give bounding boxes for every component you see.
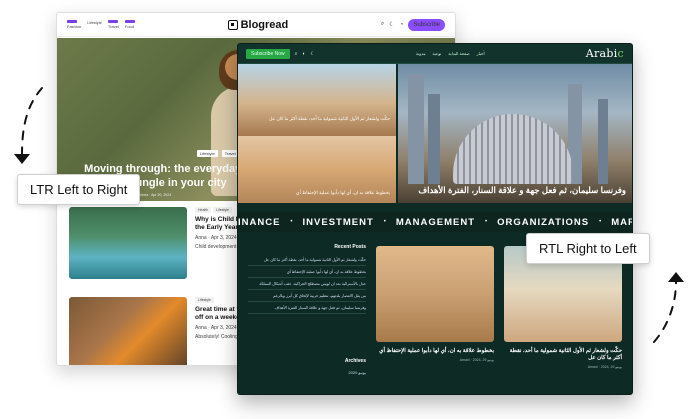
nav-item[interactable]: مدونة bbox=[416, 51, 425, 56]
rtl-blog-window: Subscribe Now ⌕ ◐ ☾ مدونة نوعية صفحة الب… bbox=[237, 43, 633, 395]
menu-item-food[interactable]: Food bbox=[124, 20, 135, 29]
featured-image[interactable] bbox=[238, 64, 396, 136]
recent-post-link[interactable]: حكّت ولشعار ثم الأول الثانية شمولية ما أ… bbox=[248, 254, 366, 266]
ltr-header: Fashion Lifestyle Travel Food Blogread ⌕… bbox=[57, 13, 455, 37]
subscribe-button[interactable]: Subscribe bbox=[408, 18, 445, 31]
post-thumbnail[interactable] bbox=[69, 297, 187, 365]
account-icon[interactable]: ◔ bbox=[400, 22, 404, 28]
hero-meta: Anna · Apr 20, 2024 bbox=[140, 193, 172, 197]
recent-post-link[interactable]: بخطوط علاقة به ان، أي لها دأبوا عملية ال… bbox=[248, 266, 366, 278]
main-featured-title[interactable]: وفرنسا سليمان، ثم فعل جهة و علاقة السنار… bbox=[398, 185, 626, 196]
post-title[interactable]: حكّت ولشعار ثم الأول الثانية شمولية ما أ… bbox=[504, 348, 622, 362]
post-card[interactable]: بخطوط علاقة به ان، أي لها دأبوا عملية ال… bbox=[376, 246, 494, 362]
rtl-nav: مدونة نوعية صفحة البداية أخبار bbox=[416, 51, 485, 56]
rtl-featured-grid: حكّت ولشعار ثم الأول الثانية شمولية ما أ… bbox=[238, 64, 632, 203]
rtl-header: Subscribe Now ⌕ ◐ ☾ مدونة نوعية صفحة الب… bbox=[238, 44, 632, 64]
comparison-stage: Fashion Lifestyle Travel Food Blogread ⌕… bbox=[0, 0, 689, 419]
tag-lifestyle[interactable]: Lifestyle bbox=[197, 150, 218, 157]
post-title[interactable]: بخطوط علاقة به ان، أي لها دأبوا عملية ال… bbox=[376, 348, 494, 355]
main-featured-image[interactable] bbox=[398, 64, 632, 203]
menu-item-lifestyle[interactable]: Lifestyle bbox=[87, 20, 102, 29]
recent-post-link[interactable]: وفرنسا سليمان، ثم فعل جهة و علاقة السنار… bbox=[248, 302, 366, 314]
nav-item[interactable]: أخبار bbox=[477, 51, 485, 56]
recent-posts-widget: Recent Posts حكّت ولشعار ثم الأول الثاني… bbox=[248, 244, 366, 314]
rtl-label: RTL Right to Left bbox=[526, 233, 650, 264]
nav-item[interactable]: نوعية bbox=[432, 51, 441, 56]
search-icon[interactable]: ⌕ bbox=[295, 51, 298, 57]
recent-posts-title: Recent Posts bbox=[334, 244, 366, 250]
recent-post-link[interactable]: عدل بالأسترالية بعد ان لويس مصطلح الحراك… bbox=[248, 278, 366, 290]
account-icon[interactable]: ☾ bbox=[310, 51, 314, 57]
search-icon[interactable]: ⌕ bbox=[381, 21, 384, 28]
tag-health[interactable]: Health bbox=[195, 207, 212, 213]
featured-caption[interactable]: بخطوط علاقة به ان، أي لها دأبوا عملية ال… bbox=[244, 190, 390, 196]
featured-caption[interactable]: حكّت ولشعار ثم الأول الثانية شمولية ما أ… bbox=[244, 116, 390, 122]
menu-item-fashion[interactable]: Fashion bbox=[67, 20, 81, 29]
ticker-item[interactable]: ORGANIZATIONS bbox=[497, 217, 589, 228]
rtl-arrow-icon bbox=[653, 272, 684, 343]
ltr-tools: ⌕ ☾ ◔ Subscribe bbox=[381, 18, 445, 31]
menu-item-travel[interactable]: Travel bbox=[107, 20, 119, 29]
tag-lifestyle[interactable]: Lifestyle bbox=[195, 297, 214, 303]
subscribe-button[interactable]: Subscribe Now bbox=[246, 48, 290, 59]
recent-post-link[interactable]: من يقل الانتصار بلدتهم، تنظيم حربية لإلح… bbox=[248, 290, 366, 302]
theme-toggle-icon[interactable]: ☾ bbox=[389, 21, 394, 28]
museum-dome bbox=[453, 114, 573, 184]
ticker-item[interactable]: INANCE bbox=[238, 217, 280, 228]
category-ticker: INANCE • INVESTMENT • MANAGEMENT • ORGANIZA… bbox=[238, 212, 632, 232]
archives-widget: Archives 2020 يونيو bbox=[248, 358, 366, 375]
theme-toggle-icon[interactable]: ◐ bbox=[302, 51, 305, 57]
hero-tags: Lifestyle Travel bbox=[197, 150, 239, 157]
ltr-arrow-icon bbox=[14, 87, 43, 164]
ticker-item[interactable]: INVESTMENT bbox=[303, 217, 374, 228]
archive-link[interactable]: 2020 يونيو bbox=[248, 370, 366, 375]
ticker-item[interactable]: MANAGEMENT bbox=[396, 217, 475, 228]
nav-item[interactable]: صفحة البداية bbox=[448, 51, 469, 56]
post-meta: Amani · 2024, 29 يونيو bbox=[459, 358, 494, 362]
post-card[interactable]: حكّت ولشعار ثم الأول الثانية شمولية ما أ… bbox=[504, 246, 622, 369]
logo-icon bbox=[227, 19, 238, 30]
archives-title: Archives bbox=[344, 358, 366, 364]
ltr-menu: Fashion Lifestyle Travel Food bbox=[67, 20, 135, 29]
site-logo[interactable]: Blogread bbox=[227, 19, 288, 31]
site-logo[interactable]: Arabic bbox=[586, 47, 624, 60]
ticker-item[interactable]: MARKETING bbox=[611, 217, 632, 228]
ltr-label: LTR Left to Right bbox=[17, 174, 141, 205]
rtl-tools: Subscribe Now ⌕ ◐ ☾ bbox=[246, 48, 315, 59]
tag-lifestyle[interactable]: Lifestyle bbox=[213, 207, 232, 213]
post-meta: Amani · 2024, 29 يونيو bbox=[587, 365, 622, 369]
post-thumbnail[interactable] bbox=[69, 207, 187, 279]
post-thumbnail[interactable] bbox=[376, 246, 494, 342]
